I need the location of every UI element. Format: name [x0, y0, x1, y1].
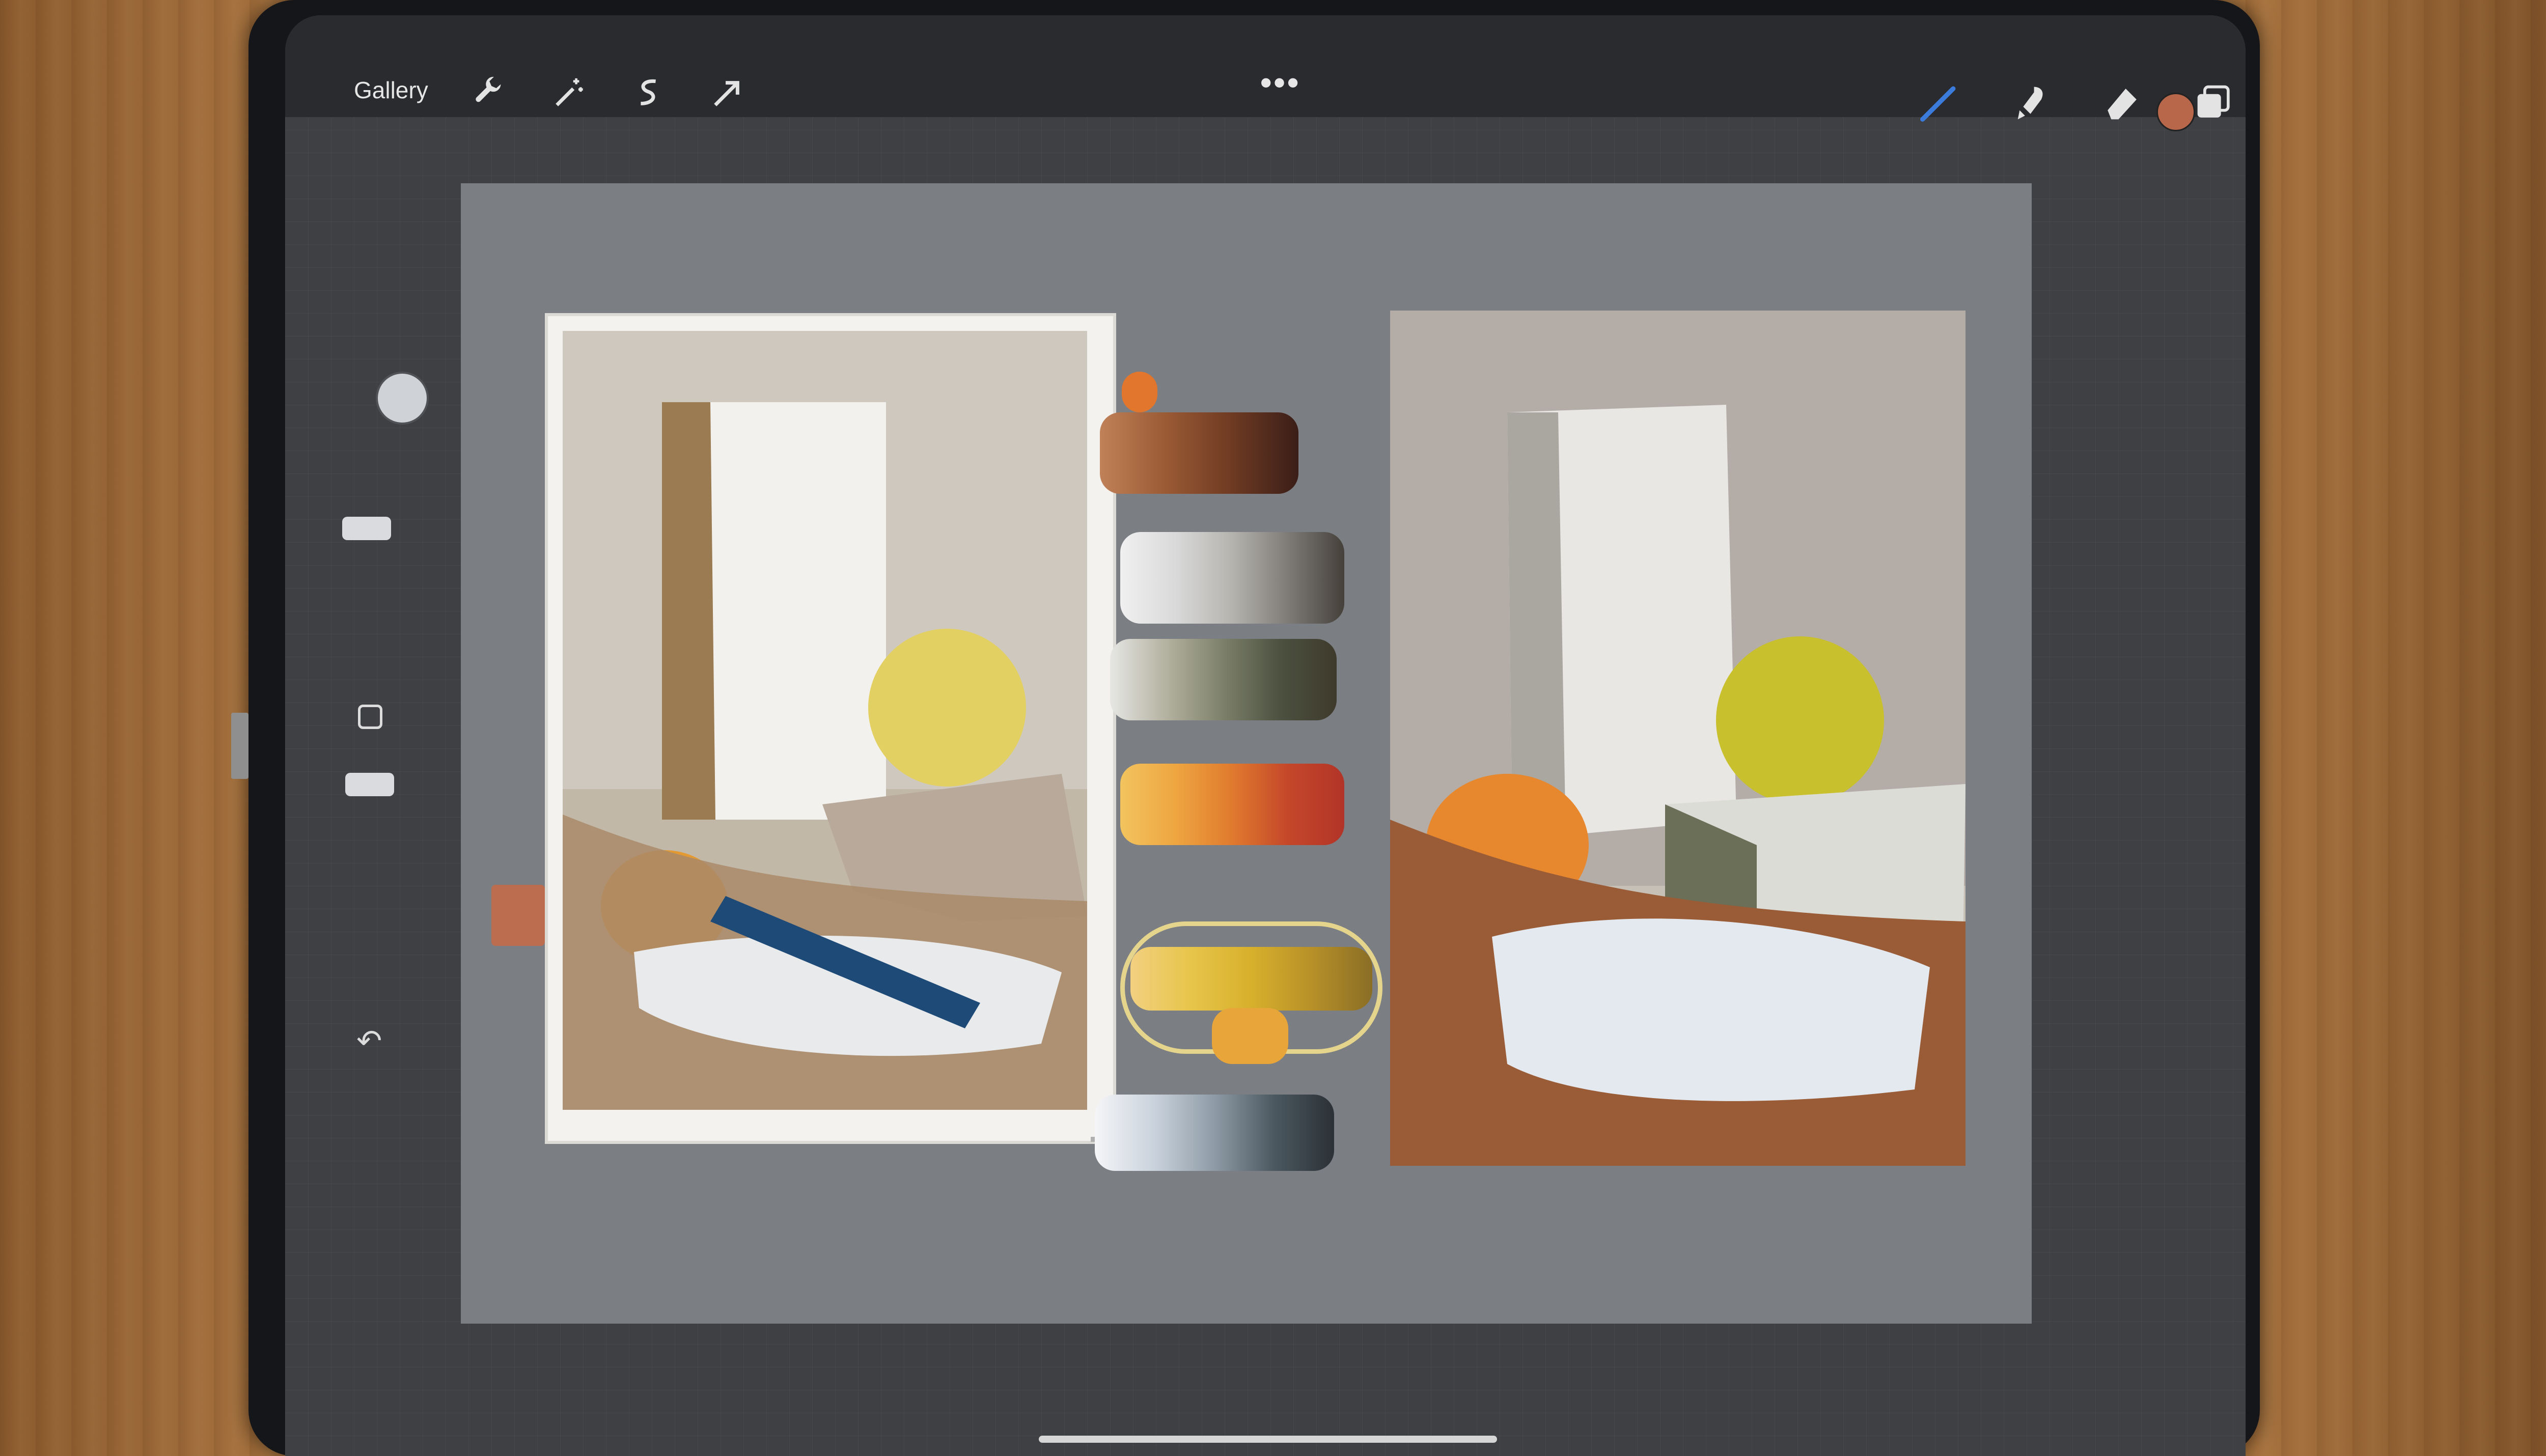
- eraser-icon[interactable]: [2100, 81, 2144, 125]
- painted-study: [1390, 311, 1966, 1166]
- swatch-blue-gray-row[interactable]: [1095, 1095, 1334, 1171]
- reference-photo: [563, 331, 1087, 1110]
- top-toolbar: Gallery •••: [285, 15, 2246, 122]
- brush-size-slider[interactable]: [376, 372, 429, 425]
- gallery-button[interactable]: Gallery: [354, 76, 428, 104]
- transform-arrow-icon[interactable]: [709, 75, 745, 111]
- undo-icon[interactable]: ↶: [356, 1023, 382, 1059]
- floating-color-swatch: [491, 885, 545, 946]
- smudge-icon[interactable]: [2009, 81, 2052, 125]
- selection-icon[interactable]: [630, 75, 666, 111]
- modify-button[interactable]: [358, 705, 382, 729]
- device-side-button: [231, 713, 248, 779]
- magic-wand-icon[interactable]: [551, 75, 587, 111]
- reference-photo-image: [563, 331, 1087, 1110]
- layers-icon[interactable]: [2192, 81, 2235, 125]
- swatch-gray-row[interactable]: [1120, 532, 1344, 624]
- swatch-orange[interactable]: [1122, 372, 1157, 412]
- procreate-screen: Gallery ••• ↶: [285, 15, 2246, 1456]
- swatch-green-gray-row[interactable]: [1110, 639, 1337, 720]
- current-color-swatch[interactable]: [2156, 93, 2195, 131]
- painted-study-image: [1390, 311, 1966, 1166]
- swatch-amber[interactable]: [1212, 1008, 1288, 1064]
- opacity-slider-handle[interactable]: [345, 773, 394, 796]
- wrench-icon[interactable]: [471, 75, 507, 111]
- brush-size-handle[interactable]: [342, 517, 391, 540]
- swatch-orange-row[interactable]: [1120, 764, 1344, 845]
- swatch-brown-row[interactable]: [1100, 412, 1298, 494]
- home-indicator: [1039, 1436, 1497, 1443]
- brush-icon[interactable]: [1917, 81, 1960, 125]
- swatch-yellow-row[interactable]: [1130, 947, 1372, 1011]
- more-options-icon[interactable]: •••: [1260, 64, 1300, 101]
